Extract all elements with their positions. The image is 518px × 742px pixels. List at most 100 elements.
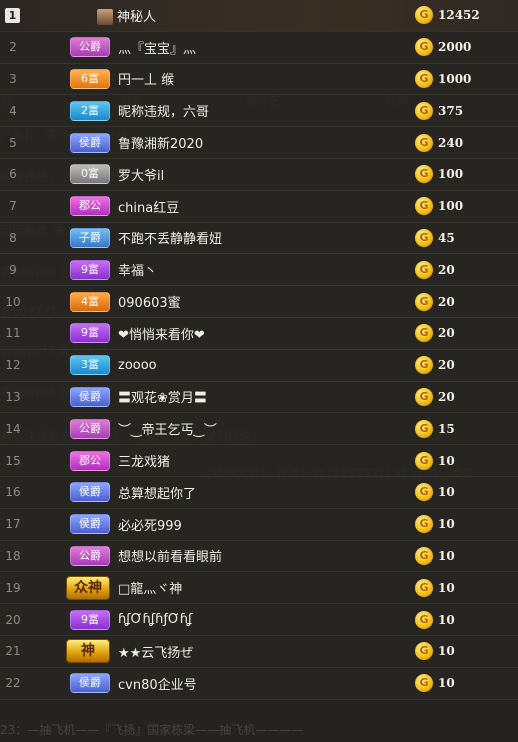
leaderboard-row[interactable]: 20 9富 ɦʆƠɦʆɦƒƠɦʆ G 10 (0, 604, 518, 636)
leaderboard-row[interactable]: 21 神 ★★云飞扬ぜ G 10 (0, 635, 518, 668)
user-name[interactable]: 昵称违规，六哥 (112, 101, 415, 120)
user-name-text: 090603蜜 (118, 296, 181, 312)
user-name-text: 昵称违规，六哥 (118, 105, 210, 121)
leaderboard-row[interactable]: 16 侯爵 总算想起你了 G 10 (0, 476, 518, 509)
user-name[interactable]: ︶‿帝王乞丐‿︶ (112, 419, 415, 438)
coin-icon: G (415, 260, 433, 279)
contribution-amount: 10 (438, 580, 455, 595)
badge-cell: 郡公 (26, 450, 112, 471)
leaderboard-row[interactable]: 14 公爵 ︶‿帝王乞丐‿︶ G 15 (0, 413, 518, 446)
rank-number: 8 (9, 230, 17, 245)
leaderboard-row[interactable]: 9 9富 幸福丶 G 20 (0, 254, 518, 287)
coin-icon: G (415, 356, 433, 375)
badge-cell: 侯爵 (26, 482, 112, 503)
coin-icon: G (415, 165, 433, 184)
badge-cell: 公爵 (26, 545, 112, 566)
user-name[interactable]: 鲁豫湘新2020 (112, 133, 415, 152)
contribution-amount: 10 (438, 676, 455, 691)
user-name-text: 〓观花❀赏月〓 (118, 391, 207, 407)
contribution-amount: 45 (438, 230, 455, 245)
leaderboard-row[interactable]: 5 侯爵 鲁豫湘新2020 G 240 (0, 127, 518, 159)
user-name[interactable]: cvn80企业号 (112, 674, 415, 693)
leaderboard-row[interactable]: 12 3富 zoooo G 20 (0, 349, 518, 382)
contribution-amount: 10 (438, 485, 455, 500)
user-name-text: ︶‿帝王乞丐‿︶ (118, 423, 217, 439)
rank-badge: 9富 (70, 259, 110, 280)
user-name-text: 灬『宝宝』灬 (118, 41, 197, 57)
user-name-text: ★★云飞扬ぜ (118, 645, 194, 661)
badge-cell: 侯爵 (26, 514, 112, 535)
leaderboard-row[interactable]: 10 4富 090603蜜 G 20 (0, 286, 518, 318)
rank-badge: 众神 (66, 575, 110, 600)
user-name[interactable]: ❤悄悄来看你❤ (112, 324, 415, 343)
coin-icon: G (415, 387, 433, 406)
user-name-text: 鲁豫湘新2020 (118, 137, 204, 153)
contribution-amount: 100 (438, 199, 464, 214)
contribution-amount: 20 (438, 326, 455, 341)
rank-number: 1 (5, 7, 20, 23)
user-name[interactable]: zoooo (112, 358, 415, 373)
leaderboard-row[interactable]: 18 公爵 想想以前看看眼前 G 10 (0, 540, 518, 573)
leaderboard-row[interactable]: 13 侯爵 〓观花❀赏月〓 G 20 (0, 381, 518, 414)
rank-number: 21 (5, 644, 21, 659)
contribution-amount: 12452 (438, 8, 480, 23)
rank-number: 13 (5, 389, 21, 404)
user-name-text: 总算想起你了 (118, 486, 197, 502)
contribution-amount: 20 (438, 262, 455, 277)
contribution-amount: 1000 (438, 71, 472, 86)
user-name[interactable]: 想想以前看看眼前 (112, 546, 415, 565)
user-name[interactable]: 幸福丶 (112, 260, 415, 279)
background-chat-line: 23：—抽飞机——『飞扬』国家栋梁——抽飞机———— (0, 723, 304, 737)
badge-cell: 众神 (26, 575, 112, 600)
badge-cell: 2富 (26, 100, 112, 121)
user-name[interactable]: 円一丄 缑 (112, 69, 415, 88)
user-name[interactable]: ★★云飞扬ぜ (112, 642, 415, 661)
leaderboard-row[interactable]: 19 众神 □龍灬ヾ神 G 10 (0, 572, 518, 605)
rank-badge: 公爵 (70, 37, 110, 58)
user-name[interactable]: china红豆 (112, 197, 415, 216)
user-name-text: 幸福丶 (118, 264, 158, 280)
coin-icon: G (415, 419, 433, 438)
user-name[interactable]: □龍灬ヾ神 (112, 578, 415, 597)
user-name[interactable]: 不跑不丢静静看妞 (112, 228, 415, 247)
contribution-leaderboard: 1 神秘人 G 12452 2 公爵 灬『宝宝』灬 G 2000 3 6富 円一丄 缑 G 1000 4 2富… (0, 0, 518, 700)
badge-cell: 4富 (26, 291, 112, 312)
badge-cell: 子爵 (26, 227, 112, 248)
rank-number: 16 (5, 485, 21, 500)
rank-badge: 侯爵 (70, 514, 110, 535)
user-name[interactable]: 总算想起你了 (112, 483, 415, 502)
badge-cell: 神 (26, 639, 112, 664)
leaderboard-row[interactable]: 8 子爵 不跑不丢静静看妞 G 45 (0, 222, 518, 255)
leaderboard-row[interactable]: 7 郡公 china红豆 G 100 (0, 190, 518, 223)
leaderboard-row[interactable]: 2 公爵 灬『宝宝』灬 G 2000 (0, 31, 518, 64)
user-name[interactable]: 罗大爷il (112, 165, 415, 184)
leaderboard-row[interactable]: 15 郡公 三龙戏猪 G 10 (0, 445, 518, 477)
contribution-amount: 15 (438, 421, 455, 436)
leaderboard-row[interactable]: 17 侯爵 必必死999 G 10 (0, 508, 518, 541)
leaderboard-row[interactable]: 11 9富 ❤悄悄来看你❤ G 20 (0, 317, 518, 350)
user-name-text: ❤悄悄来看你❤ (118, 327, 205, 343)
user-name[interactable]: 必必死999 (112, 515, 415, 534)
user-name[interactable]: 三龙戏猪 (112, 451, 415, 470)
rank-number: 17 (5, 517, 21, 532)
user-name-text: 三龙戏猪 (118, 455, 171, 471)
coin-icon: G (415, 101, 433, 120)
rank-badge: 侯爵 (70, 132, 110, 153)
user-name[interactable]: 090603蜜 (112, 292, 415, 311)
user-name[interactable]: 灬『宝宝』灬 (112, 38, 415, 57)
user-name-text: 不跑不丢静静看妞 (118, 232, 223, 248)
user-name[interactable]: 〓观花❀赏月〓 (112, 387, 415, 406)
rank-badge: 公爵 (70, 545, 110, 566)
leaderboard-row[interactable]: 22 侯爵 cvn80企业号 G 10 (0, 667, 518, 700)
leaderboard-row[interactable]: 6 0富 罗大爷il G 100 (0, 158, 518, 191)
leaderboard-row[interactable]: 3 6富 円一丄 缑 G 1000 (0, 63, 518, 96)
user-name[interactable]: 神秘人 (91, 6, 415, 26)
leaderboard-row[interactable]: 4 2富 昵称违规，六哥 G 375 (0, 95, 518, 128)
coin-icon: G (415, 292, 433, 311)
leaderboard-row[interactable]: 1 神秘人 G 12452 (0, 0, 518, 32)
badge-cell: 9富 (26, 323, 112, 344)
rank-number: 10 (5, 294, 21, 309)
user-name-text: 想想以前看看眼前 (118, 550, 223, 566)
contribution-amount: 20 (438, 389, 455, 404)
user-name[interactable]: ɦʆƠɦʆɦƒƠɦʆ (112, 612, 415, 627)
